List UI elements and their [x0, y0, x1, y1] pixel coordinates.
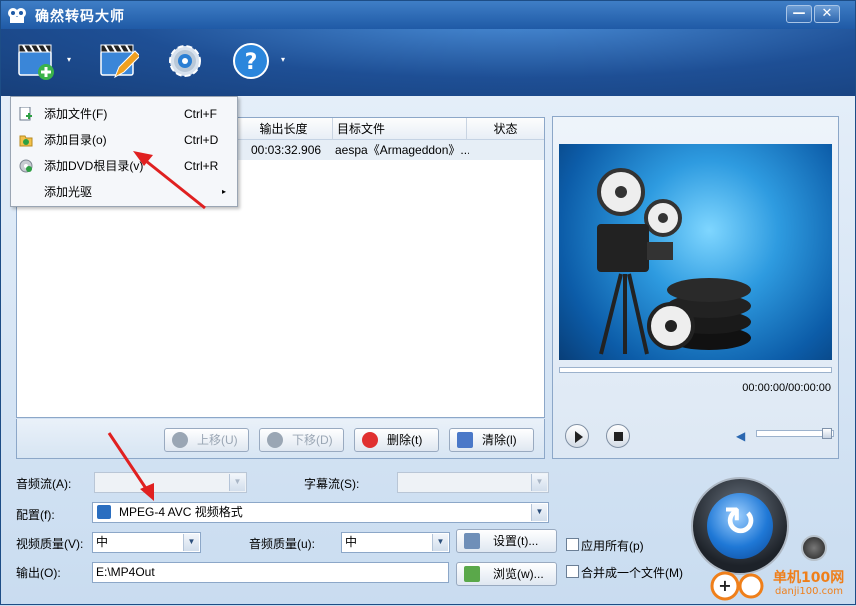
stop-button[interactable]	[606, 424, 630, 448]
video-format-icon	[97, 505, 111, 519]
convert-button[interactable]: ↻	[691, 477, 789, 575]
toolbar: ▾ ? ▾	[1, 29, 855, 96]
menu-item-shortcut: Ctrl+R	[184, 159, 219, 173]
film-plus-icon[interactable]	[17, 41, 57, 81]
chevron-down-icon: ▼	[531, 504, 547, 521]
menu-item-label: 添加DVD根目录(v)	[44, 159, 144, 173]
submenu-arrow-icon: ▸	[222, 187, 227, 196]
play-icon	[575, 431, 583, 443]
subtitle-stream-label: 字幕流(S):	[304, 477, 360, 491]
gear-icon[interactable]	[165, 41, 205, 81]
column-header-status[interactable]: 状态	[467, 118, 544, 140]
convert-button-core: ↻	[707, 493, 773, 559]
audio-quality-select[interactable]: 中 ▼	[341, 532, 450, 553]
add-file-icon	[19, 107, 32, 121]
play-button[interactable]	[565, 424, 589, 448]
menu-item-label: 添加文件(F)	[44, 107, 108, 121]
menu-item-shortcut: Ctrl+F	[184, 107, 217, 121]
svg-text:+: +	[718, 576, 731, 595]
row-target: aespa《Armageddon》...	[335, 143, 469, 157]
chevron-down-icon: ▼	[229, 474, 245, 491]
volume-slider-knob[interactable]	[822, 428, 832, 439]
clear-icon	[457, 432, 473, 448]
add-dropdown-arrow[interactable]: ▾	[67, 55, 71, 64]
menu-item-add-folder[interactable]: 添加目录(o) Ctrl+D	[11, 127, 237, 153]
video-quality-label: 视频质量(V):	[16, 537, 84, 551]
menu-item-add-file[interactable]: 添加文件(F) Ctrl+F	[11, 101, 237, 127]
watermark-text: 单机100网	[773, 570, 845, 586]
menu-item-label: 添加目录(o)	[44, 133, 107, 147]
column-header-target[interactable]: 目标文件	[333, 118, 467, 140]
refresh-icon: ↻	[723, 499, 757, 545]
add-folder-icon	[19, 135, 33, 147]
subtitle-stream-select[interactable]: ▼	[397, 472, 549, 493]
move-up-label: 上移(U)	[197, 433, 238, 447]
output-path-input[interactable]: E:\MP4Out	[92, 562, 449, 583]
audio-quality-label: 音频质量(u):	[249, 537, 316, 551]
film-projector-image	[597, 168, 751, 355]
dvd-icon	[19, 159, 33, 173]
profile-value: MPEG-4 AVC 视频格式	[119, 505, 243, 519]
clear-label: 清除(l)	[482, 433, 517, 447]
profile-label: 配置(f):	[16, 508, 55, 522]
delete-icon	[362, 432, 378, 448]
merge-checkbox[interactable]	[566, 565, 579, 578]
audio-stream-label: 音频流(A):	[16, 477, 72, 491]
chevron-down-icon: ▼	[531, 474, 547, 491]
add-context-menu: 添加文件(F) Ctrl+F 添加目录(o) Ctrl+D 添加DVD根目录(v…	[10, 96, 238, 207]
window-title: 确然转码大师	[35, 9, 125, 25]
app-window: 确然转码大师 — ✕ ▾ ? ▾ 输出长度 目标文件 状态 00:03:32.9…	[0, 0, 856, 605]
video-quality-select[interactable]: 中 ▼	[92, 532, 201, 553]
svg-text:?: ?	[245, 50, 258, 75]
move-down-button[interactable]: 下移(D)	[259, 428, 344, 452]
apply-all-checkbox[interactable]	[566, 538, 579, 551]
help-dropdown-arrow[interactable]: ▾	[281, 55, 285, 64]
delete-button[interactable]: 删除(t)	[354, 428, 439, 452]
film-pencil-icon[interactable]	[99, 41, 139, 81]
menu-item-add-drive[interactable]: 添加光驱 ▸	[11, 179, 237, 205]
close-button[interactable]: ✕	[814, 5, 840, 23]
delete-label: 删除(t)	[387, 433, 423, 447]
menu-item-label: 添加光驱	[44, 185, 93, 199]
help-icon[interactable]: ?	[231, 41, 271, 81]
folder-icon	[464, 566, 480, 582]
apply-all-label: 应用所有(p)	[581, 539, 644, 553]
menu-item-shortcut: Ctrl+D	[184, 133, 219, 147]
move-up-button[interactable]: 上移(U)	[164, 428, 249, 452]
up-arrow-icon	[172, 432, 188, 448]
preview-panel: 00:00:00/00:00:00 ◀	[552, 116, 839, 459]
move-down-label: 下移(D)	[292, 433, 333, 447]
audio-quality-value: 中	[345, 535, 358, 549]
timecode: 00:00:00/00:00:00	[742, 382, 831, 394]
clear-button[interactable]: 清除(l)	[449, 428, 534, 452]
seek-bar[interactable]	[559, 367, 832, 373]
tools-icon	[464, 533, 480, 549]
down-arrow-icon	[267, 432, 283, 448]
volume-icon[interactable]: ◀	[736, 429, 745, 443]
column-header-duration[interactable]: 输出长度	[235, 118, 333, 140]
video-quality-value: 中	[96, 535, 109, 549]
settings-button[interactable]: 设置(t)...	[456, 529, 557, 553]
title-bar[interactable]: 确然转码大师 — ✕	[1, 1, 855, 29]
chevron-down-icon: ▼	[183, 534, 199, 551]
settings-button-label: 设置(t)...	[493, 534, 539, 548]
video-preview	[559, 144, 832, 360]
chevron-down-icon: ▼	[432, 534, 448, 551]
minimize-button[interactable]: —	[786, 5, 812, 23]
stop-convert-button[interactable]	[801, 535, 827, 561]
list-button-bar: 上移(U) 下移(D) 删除(t) 清除(l)	[16, 419, 545, 459]
profile-select[interactable]: MPEG-4 AVC 视频格式 ▼	[92, 502, 549, 523]
film-reel-icon	[8, 8, 26, 23]
watermark-subtext: danji100.com	[775, 586, 843, 597]
audio-stream-select[interactable]: ▼	[94, 472, 247, 493]
browse-button[interactable]: 浏览(w)...	[456, 562, 557, 586]
output-label: 输出(O):	[16, 566, 61, 580]
row-duration: 00:03:32.906	[251, 143, 322, 157]
merge-label: 合并成一个文件(M)	[581, 566, 683, 580]
row-status	[469, 140, 539, 160]
menu-item-add-dvd[interactable]: 添加DVD根目录(v) Ctrl+R	[11, 153, 237, 179]
browse-button-label: 浏览(w)...	[493, 567, 544, 581]
stop-icon	[614, 432, 623, 441]
